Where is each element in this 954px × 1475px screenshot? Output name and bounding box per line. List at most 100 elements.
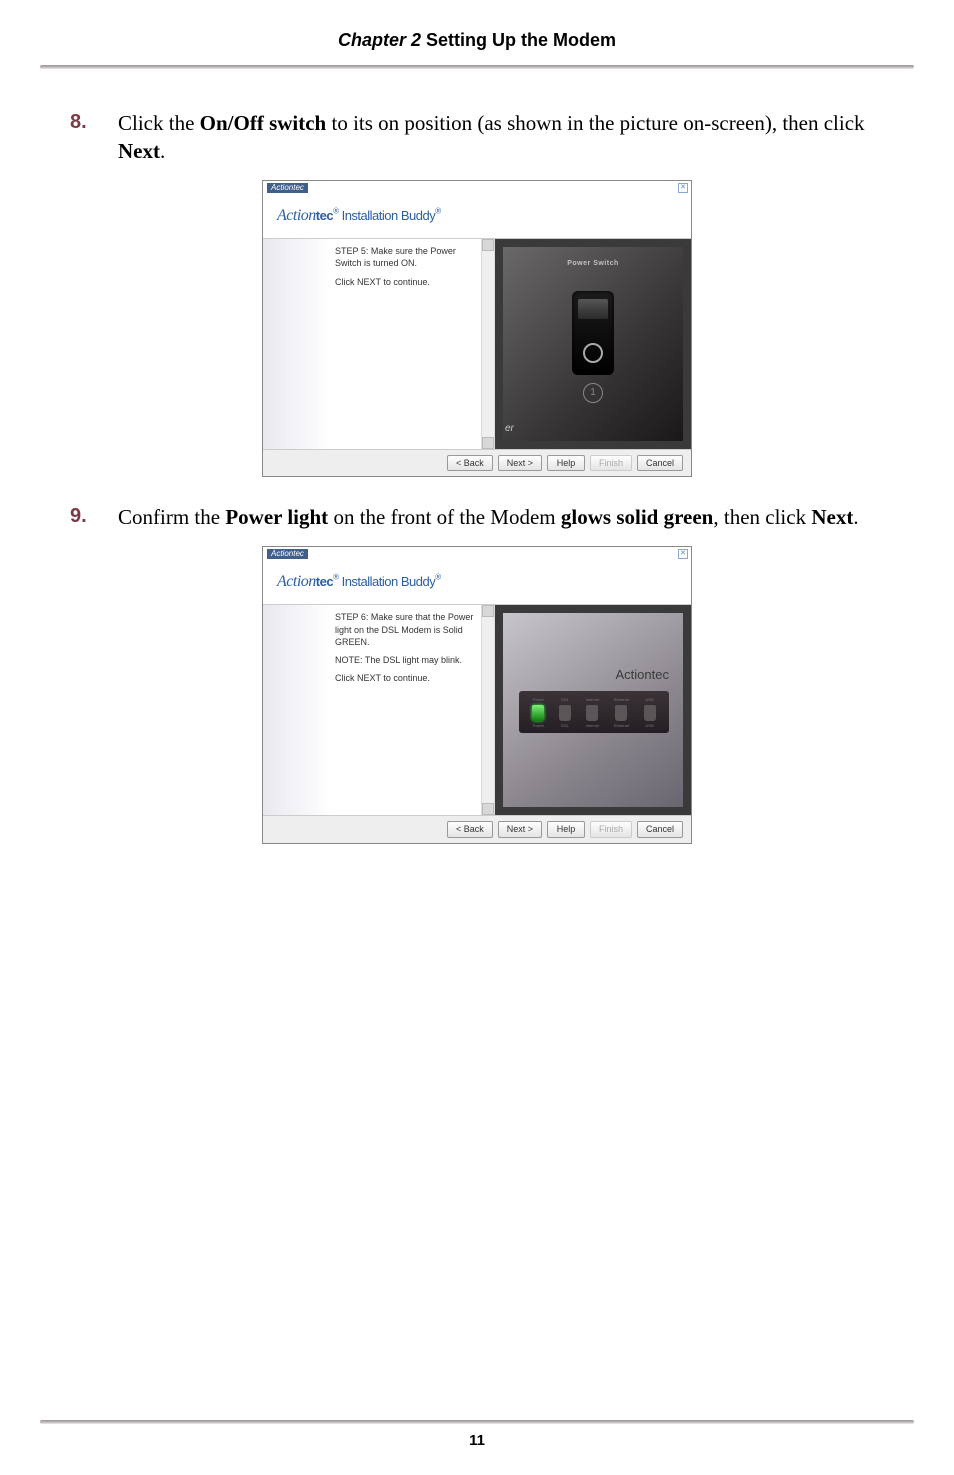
wizard-title-badge: Actiontec <box>267 549 308 559</box>
text-bold: Next <box>118 139 160 163</box>
led-dsl: DSL DSL <box>559 697 571 729</box>
wizard-left-gradient <box>263 239 331 449</box>
wizard-banner: Actiontec® Installation Buddy® <box>263 561 691 606</box>
led-strip: Power Power DSL DSL Internet <box>519 691 669 733</box>
switch-icon <box>572 291 614 375</box>
brand-product: Installation Buddy <box>338 574 435 589</box>
back-button[interactable]: < Back <box>447 821 493 837</box>
step-text: Confirm the Power light on the front of … <box>118 503 884 531</box>
switch-rocker-top <box>578 299 608 319</box>
brand-prefix: Action <box>277 573 316 590</box>
next-button[interactable]: Next > <box>498 821 542 837</box>
text-bold: Next <box>811 505 853 529</box>
led-internet: Internet Internet <box>586 697 600 729</box>
finish-button: Finish <box>590 821 632 837</box>
wizard-left-gradient <box>263 605 331 815</box>
text-bold: Power light <box>225 505 328 529</box>
led-label: Ethernet <box>614 723 629 729</box>
wizard-window: Actiontec ✕ Actiontec® Installation Budd… <box>262 546 692 844</box>
led-label: Ethernet <box>614 697 629 703</box>
text-segment: Confirm the <box>118 505 225 529</box>
wizard-screenshot-1: Actiontec ✕ Actiontec® Installation Budd… <box>70 180 884 478</box>
led-label: USB <box>646 697 654 703</box>
instruction-line: NOTE: The DSL light may blink. <box>335 654 475 666</box>
scroll-up-icon[interactable] <box>482 239 494 251</box>
modem-brand-text: Actiontec <box>616 665 669 685</box>
cancel-button[interactable]: Cancel <box>637 821 683 837</box>
wizard-titlebar: Actiontec ✕ <box>263 547 691 561</box>
led-label: USB <box>646 723 654 729</box>
led-light-off <box>615 705 627 721</box>
text-bold: glows solid green <box>561 505 713 529</box>
text-segment: , then click <box>713 505 811 529</box>
text-segment: to its on position (as shown in the pict… <box>326 111 864 135</box>
brand-logo: Actiontec® Installation Buddy® <box>277 573 441 590</box>
page-number: 11 <box>0 1432 954 1449</box>
led-light-off <box>586 705 598 721</box>
brand-prefix: Action <box>277 207 316 224</box>
step-8: 8. Click the On/Off switch to its on pos… <box>70 109 884 166</box>
close-icon[interactable]: ✕ <box>678 549 688 559</box>
scroll-down-icon[interactable] <box>482 437 494 449</box>
content-area: 8. Click the On/Off switch to its on pos… <box>0 69 954 844</box>
brand-prefix: Action <box>616 667 652 682</box>
brand-product: Installation Buddy <box>338 208 435 223</box>
step-number: 8. <box>70 109 118 166</box>
text-segment: Click the <box>118 111 200 135</box>
wizard-button-bar: < Back Next > Help Finish Cancel <box>263 449 691 476</box>
led-label: DSL <box>561 723 569 729</box>
text-segment: . <box>853 505 858 529</box>
wizard-image-panel: Power Switch 1 er <box>495 239 691 449</box>
led-label: Internet <box>586 697 600 703</box>
scrollbar[interactable] <box>481 605 495 815</box>
step-text: Click the On/Off switch to its on positi… <box>118 109 884 166</box>
brand-suffix: tec <box>316 208 333 223</box>
led-usb: USB USB <box>644 697 656 729</box>
text-segment: . <box>160 139 165 163</box>
wizard-body: STEP 6: Make sure that the Power light o… <box>263 605 691 815</box>
wizard-banner: Actiontec® Installation Buddy® <box>263 195 691 240</box>
scrollbar[interactable] <box>481 239 495 449</box>
wizard-titlebar: Actiontec ✕ <box>263 181 691 195</box>
step-9: 9. Confirm the Power light on the front … <box>70 503 884 531</box>
page-header: Chapter 2 Setting Up the Modem <box>0 0 954 61</box>
wizard-title-badge: Actiontec <box>267 183 308 193</box>
led-label: Internet <box>586 723 600 729</box>
brand-prod-reg: ® <box>435 572 440 581</box>
brand-suffix: tec <box>316 574 333 589</box>
wizard-screenshot-2: Actiontec ✕ Actiontec® Installation Budd… <box>70 546 884 844</box>
power-switch-label: Power Switch <box>567 259 619 268</box>
switch-rocker-circle <box>583 343 603 363</box>
finish-button: Finish <box>590 455 632 471</box>
instruction-line: STEP 5: Make sure the Power Switch is tu… <box>335 245 475 269</box>
footer-divider <box>40 1420 914 1424</box>
wizard-window: Actiontec ✕ Actiontec® Installation Budd… <box>262 180 692 478</box>
next-button[interactable]: Next > <box>498 455 542 471</box>
wizard-instructions: STEP 6: Make sure that the Power light o… <box>331 605 481 815</box>
modem-front-photo: Actiontec Power Power DSL DSL <box>503 613 683 807</box>
brand-logo: Actiontec® Installation Buddy® <box>277 207 441 224</box>
led-light-off <box>559 705 571 721</box>
instruction-line: Click NEXT to continue. <box>335 276 475 288</box>
text-segment: on the front of the Modem <box>328 505 561 529</box>
photo-cropped-text: er <box>505 422 514 436</box>
chapter-label: Chapter 2 <box>338 30 421 50</box>
scroll-down-icon[interactable] <box>482 803 494 815</box>
help-button[interactable]: Help <box>547 455 585 471</box>
led-label: DSL <box>561 697 569 703</box>
chapter-title: Setting Up the Modem <box>421 30 616 50</box>
wizard-button-bar: < Back Next > Help Finish Cancel <box>263 815 691 842</box>
close-icon[interactable]: ✕ <box>678 183 688 193</box>
page-footer: 11 <box>0 1420 954 1449</box>
wizard-instructions: STEP 5: Make sure the Power Switch is tu… <box>331 239 481 449</box>
instruction-line: STEP 6: Make sure that the Power light o… <box>335 611 475 647</box>
cancel-button[interactable]: Cancel <box>637 455 683 471</box>
wizard-image-panel: Actiontec Power Power DSL DSL <box>495 605 691 815</box>
help-button[interactable]: Help <box>547 821 585 837</box>
instruction-line: Click NEXT to continue. <box>335 672 475 684</box>
scroll-up-icon[interactable] <box>482 605 494 617</box>
back-button[interactable]: < Back <box>447 455 493 471</box>
led-ethernet: Ethernet Ethernet <box>614 697 629 729</box>
led-label: Power <box>533 697 544 703</box>
led-power: Power Power <box>532 697 544 729</box>
